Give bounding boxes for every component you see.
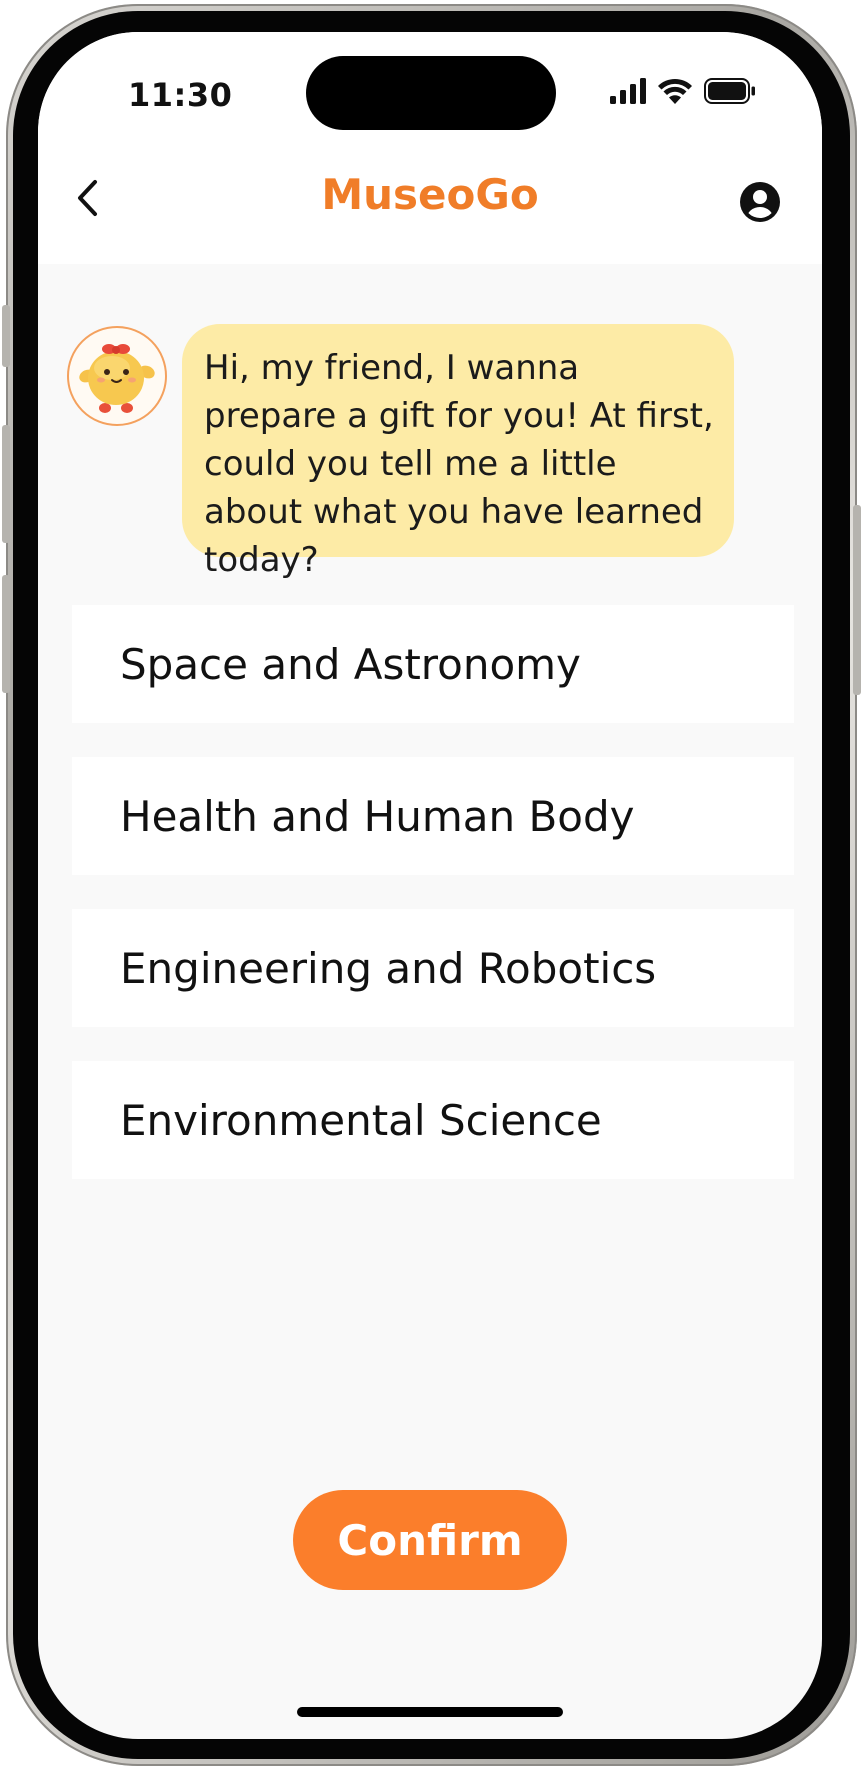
confirm-button[interactable]: Confirm	[293, 1490, 567, 1590]
nav-bar: MuseoGo	[38, 142, 822, 264]
cellular-signal-icon	[610, 78, 646, 108]
profile-button[interactable]	[738, 180, 782, 224]
volume-down-button	[2, 575, 10, 693]
option-space-and-astronomy[interactable]: Space and Astronomy	[72, 605, 794, 723]
mascot-avatar	[67, 326, 167, 426]
user-circle-icon	[738, 182, 782, 228]
power-button	[853, 505, 861, 695]
dynamic-island	[306, 56, 556, 130]
status-icons	[610, 78, 756, 108]
battery-icon	[704, 78, 756, 108]
status-time: 11:30	[128, 76, 233, 114]
option-list: Space and Astronomy Health and Human Bod…	[72, 605, 794, 1213]
action-button	[2, 305, 10, 367]
home-indicator[interactable]	[297, 1707, 563, 1717]
status-bar: 11:30	[38, 32, 822, 142]
chick-mascot-icon	[69, 344, 165, 424]
option-health-and-human-body[interactable]: Health and Human Body	[72, 757, 794, 875]
chat-bubble: Hi, my friend, I wanna prepare a gift fo…	[182, 324, 734, 580]
volume-up-button	[2, 425, 10, 543]
wifi-icon	[658, 78, 692, 108]
option-engineering-and-robotics[interactable]: Engineering and Robotics	[72, 909, 794, 1027]
app-title: MuseoGo	[321, 170, 539, 219]
screen: 11:30 MuseoGo Hi, my friend, I wanna pre…	[38, 32, 822, 1739]
option-environmental-science[interactable]: Environmental Science	[72, 1061, 794, 1179]
